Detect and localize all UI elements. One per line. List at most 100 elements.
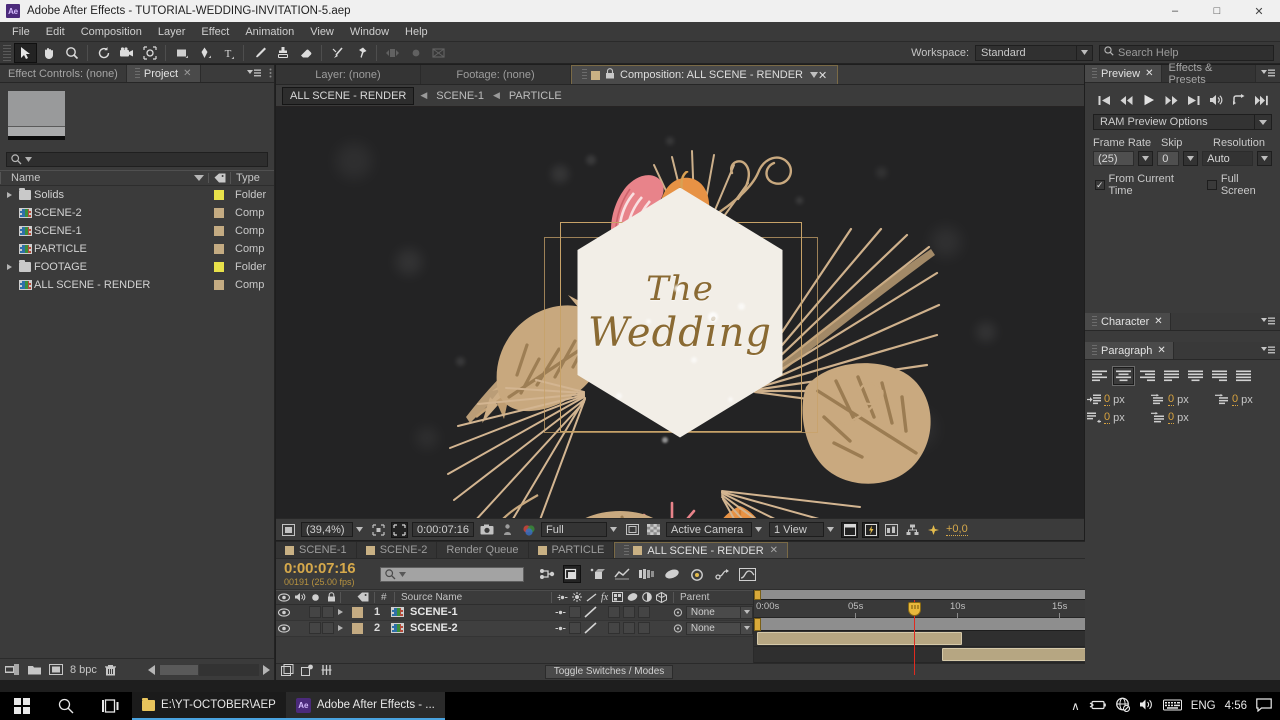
- graph-editor-toggle-icon[interactable]: [738, 565, 756, 583]
- zoom-level-select[interactable]: (39,4%): [301, 522, 366, 537]
- fast-previews-icon[interactable]: [862, 521, 879, 538]
- layer-solo-toggle[interactable]: [308, 622, 321, 635]
- hide-shy-layers-icon[interactable]: [588, 565, 606, 583]
- project-item-scene-1[interactable]: SCENE-1 Comp: [0, 222, 274, 240]
- region-of-interest-toggle-icon[interactable]: [624, 522, 641, 538]
- twirl-icon[interactable]: [2, 192, 16, 198]
- brainstorm-icon[interactable]: [663, 565, 681, 583]
- reset-exposure-icon[interactable]: [925, 522, 942, 538]
- keyboard-layout-icon[interactable]: [1162, 699, 1182, 714]
- timeline-button-icon[interactable]: [883, 522, 900, 538]
- timeline-tab-all-scene-render[interactable]: ALL SCENE - RENDER ✕: [614, 542, 789, 559]
- breadcrumb-item-particle[interactable]: PARTICLE: [506, 90, 565, 102]
- network-offline-icon[interactable]: [1115, 697, 1130, 715]
- pixel-aspect-correction-icon[interactable]: [841, 521, 858, 538]
- layer-parent[interactable]: None: [673, 605, 753, 619]
- justify-last-center-button[interactable]: [1185, 367, 1206, 385]
- view-layout-select[interactable]: 1 View: [769, 522, 837, 537]
- justify-all-button[interactable]: [1233, 367, 1254, 385]
- comp-flowchart-icon[interactable]: [904, 522, 921, 538]
- composition-mini-flowchart-icon[interactable]: [538, 565, 556, 583]
- tab-effect-controls[interactable]: Effect Controls: (none): [0, 65, 127, 82]
- anchor-point-tool[interactable]: [138, 43, 161, 63]
- battery-icon[interactable]: [1089, 699, 1106, 714]
- new-composition-icon[interactable]: [48, 663, 64, 677]
- playhead-marker[interactable]: [908, 601, 921, 616]
- ram-preview-options-select[interactable]: RAM Preview Options: [1093, 114, 1272, 130]
- menu-composition[interactable]: Composition: [73, 22, 150, 42]
- hand-tool[interactable]: [37, 43, 60, 63]
- source-name-column[interactable]: Source Name: [394, 591, 551, 603]
- clone-stamp-tool[interactable]: [271, 43, 294, 63]
- parent-select[interactable]: None: [685, 621, 753, 635]
- menu-view[interactable]: View: [302, 22, 342, 42]
- zoom-tool[interactable]: [60, 43, 83, 63]
- puppet-pin-tool[interactable]: [349, 43, 372, 63]
- chevron-down-icon[interactable]: [810, 69, 818, 81]
- graph-editor-icon[interactable]: [713, 565, 731, 583]
- indent-left-margin-field[interactable]: 0 px: [1087, 393, 1148, 406]
- maximize-button[interactable]: □: [1196, 0, 1238, 22]
- take-snapshot-icon[interactable]: [478, 522, 495, 538]
- label-color-column-icon[interactable]: [208, 173, 230, 183]
- column-type[interactable]: Type: [230, 172, 274, 184]
- layer-parent[interactable]: None: [673, 621, 753, 635]
- project-item-solids[interactable]: Solids Folder: [0, 186, 274, 204]
- from-current-time-checkbox-row[interactable]: ✓ From Current Time: [1093, 171, 1195, 199]
- space-before-paragraph-field[interactable]: 0 px: [1087, 411, 1148, 424]
- roto-brush-tool[interactable]: [326, 43, 349, 63]
- indent-first-line-field[interactable]: 0 px: [1215, 393, 1276, 406]
- show-channel-icon[interactable]: [520, 522, 537, 538]
- taskbar-item-explorer[interactable]: E:\YT-OCTOBER\AEP: [132, 692, 286, 720]
- toggle-transparency-grid-icon[interactable]: [391, 521, 408, 538]
- timeline-search-input[interactable]: [380, 566, 524, 582]
- frame-rate-field[interactable]: (25): [1093, 151, 1134, 166]
- work-area-start-handle[interactable]: [754, 589, 761, 600]
- project-horizontal-scrollbar[interactable]: [148, 663, 270, 676]
- tab-project[interactable]: Project ✕: [126, 65, 201, 82]
- layer-switches-icon[interactable]: [301, 664, 314, 679]
- rotation-tool[interactable]: [92, 43, 115, 63]
- tab-preview[interactable]: Preview ✕: [1085, 65, 1162, 82]
- composition-viewport[interactable]: The Wedding: [276, 107, 1084, 518]
- menu-window[interactable]: Window: [342, 22, 397, 42]
- close-icon[interactable]: ✕: [1157, 345, 1165, 356]
- type-tool[interactable]: T: [216, 43, 239, 63]
- close-icon[interactable]: ✕: [183, 68, 191, 79]
- project-item-all-scene-render[interactable]: ALL SCENE - RENDER Comp: [0, 276, 274, 294]
- task-view-button[interactable]: [88, 692, 132, 720]
- label-column-icon[interactable]: [352, 592, 374, 602]
- full-screen-checkbox[interactable]: [1207, 180, 1217, 190]
- justify-last-left-button[interactable]: [1161, 367, 1182, 385]
- lock-column-icon[interactable]: [323, 592, 340, 602]
- tab-layer[interactable]: Layer: (none): [276, 65, 421, 84]
- comp-button-icon[interactable]: [281, 664, 294, 679]
- menu-help[interactable]: Help: [397, 22, 436, 42]
- align-left-button[interactable]: [1089, 367, 1110, 385]
- label-color-swatch[interactable]: [208, 208, 230, 218]
- current-time-display[interactable]: 0:00:07:16: [412, 522, 474, 537]
- layer-video-toggle[interactable]: [276, 624, 292, 633]
- breadcrumb-item-all-scene-render[interactable]: ALL SCENE - RENDER: [282, 86, 415, 105]
- align-right-button[interactable]: [1137, 367, 1158, 385]
- resolution-select[interactable]: Full: [541, 522, 620, 537]
- layer-label-swatch[interactable]: [346, 622, 368, 634]
- region-of-interest-icon[interactable]: [370, 522, 387, 538]
- loop-button[interactable]: [1230, 92, 1248, 108]
- table-row[interactable]: 2 SCENE-2 None: [276, 620, 753, 637]
- audio-toggle-button[interactable]: [1207, 92, 1225, 108]
- eraser-tool[interactable]: [294, 43, 317, 63]
- tab-composition-all-scene-render[interactable]: Composition: ALL SCENE - RENDER ✕: [571, 65, 839, 84]
- camera-view-select[interactable]: Active Camera: [666, 522, 765, 537]
- lock-icon[interactable]: [605, 68, 615, 82]
- project-item-footage[interactable]: FOOTAGE Folder: [0, 258, 274, 276]
- toolbar-grip[interactable]: [3, 44, 11, 61]
- breadcrumb-item-scene-1[interactable]: SCENE-1: [433, 90, 487, 102]
- space-after-paragraph-field[interactable]: 0 px: [1151, 411, 1212, 424]
- project-panel-menu-button[interactable]: [242, 65, 266, 82]
- rectangle-tool[interactable]: [170, 43, 193, 63]
- layer-number-column[interactable]: #: [374, 591, 394, 603]
- enable-frame-blending-icon[interactable]: [613, 565, 631, 583]
- timeline-current-time[interactable]: 0:00:07:16 00191 (25.00 fps): [276, 560, 380, 588]
- previous-frame-button[interactable]: [1117, 92, 1135, 108]
